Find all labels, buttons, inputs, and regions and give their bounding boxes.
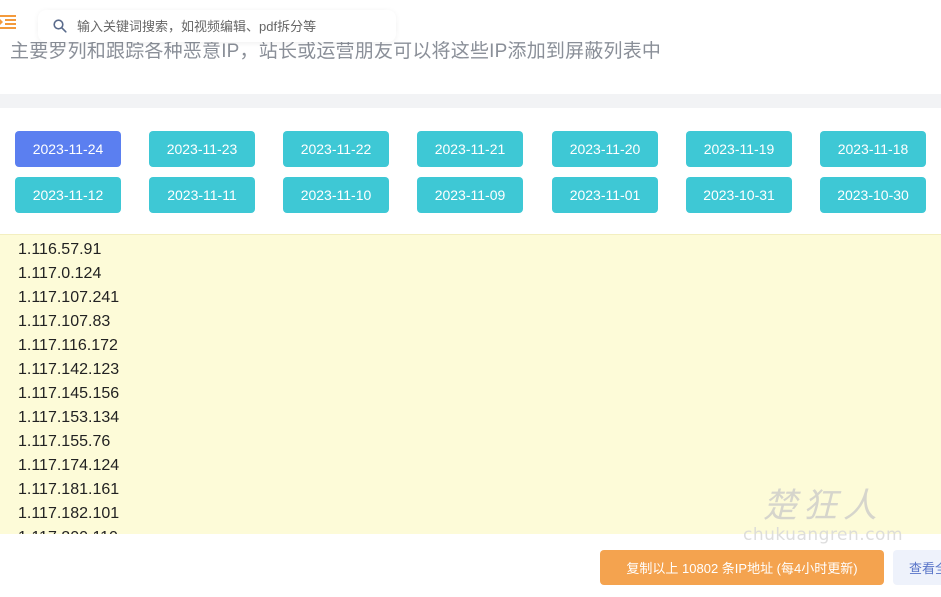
date-button[interactable]: 2023-11-11 <box>149 177 255 213</box>
ip-address: 1.117.116.172 <box>18 337 118 354</box>
date-button[interactable]: 2023-11-12 <box>15 177 121 213</box>
date-button-active[interactable]: 2023-11-24 <box>15 131 121 167</box>
date-button[interactable]: 2023-10-31 <box>686 177 792 213</box>
ip-address: 1.117.142.123 <box>18 361 120 378</box>
search-icon <box>53 19 67 33</box>
date-button[interactable]: 2023-11-20 <box>552 131 658 167</box>
ip-address: 1.117.200.110 <box>18 526 941 534</box>
view-all-button[interactable]: 查看全部 <box>893 550 941 585</box>
date-button[interactable]: 2023-11-23 <box>149 131 255 167</box>
search-input[interactable] <box>75 17 379 35</box>
date-row: 2023-11-24 2023-11-23 2023-11-22 2023-11… <box>15 131 935 177</box>
copy-ip-button[interactable]: 复制以上 10802 条IP地址 (每4小时更新) <box>600 550 884 585</box>
section-divider <box>0 94 941 108</box>
ip-address: 1.117.0.124 <box>18 265 102 282</box>
ip-address: 1.117.145.156 <box>18 385 120 402</box>
date-button[interactable]: 2023-11-10 <box>283 177 389 213</box>
ip-address: 1.117.107.241 <box>18 289 120 306</box>
date-row: 2023-11-12 2023-11-11 2023-11-10 2023-11… <box>15 177 935 223</box>
ip-address: 1.117.182.101 <box>18 505 120 522</box>
ip-address: 1.117.181.161 <box>18 481 120 498</box>
date-button[interactable]: 2023-11-21 <box>417 131 523 167</box>
search-box[interactable] <box>38 10 396 42</box>
ip-address: 1.117.155.76 <box>18 433 111 450</box>
ip-list: 1.116.57.91 1.117.0.124 1.117.107.241 1.… <box>0 235 941 534</box>
date-button[interactable]: 2023-11-19 <box>686 131 792 167</box>
date-button[interactable]: 2023-11-18 <box>820 131 926 167</box>
date-button[interactable]: 2023-11-22 <box>283 131 389 167</box>
date-button[interactable]: 2023-11-09 <box>417 177 523 213</box>
ip-address: 1.117.107.83 <box>18 313 111 330</box>
date-button[interactable]: 2023-10-30 <box>820 177 926 213</box>
ip-list-panel[interactable]: 1.116.57.91 1.117.0.124 1.117.107.241 1.… <box>0 234 941 534</box>
menu-icon[interactable] <box>0 14 16 30</box>
ip-address: 1.116.57.91 <box>18 241 102 258</box>
date-selector: 2023-11-24 2023-11-23 2023-11-22 2023-11… <box>15 131 935 223</box>
page-header: 主要罗列和跟踪各种恶意IP，站长或运营朋友可以将这些IP添加到屏蔽列表中 <box>0 0 941 94</box>
ip-address: 1.117.153.134 <box>18 409 120 426</box>
ip-address: 1.117.174.124 <box>18 457 120 474</box>
date-button[interactable]: 2023-11-01 <box>552 177 658 213</box>
